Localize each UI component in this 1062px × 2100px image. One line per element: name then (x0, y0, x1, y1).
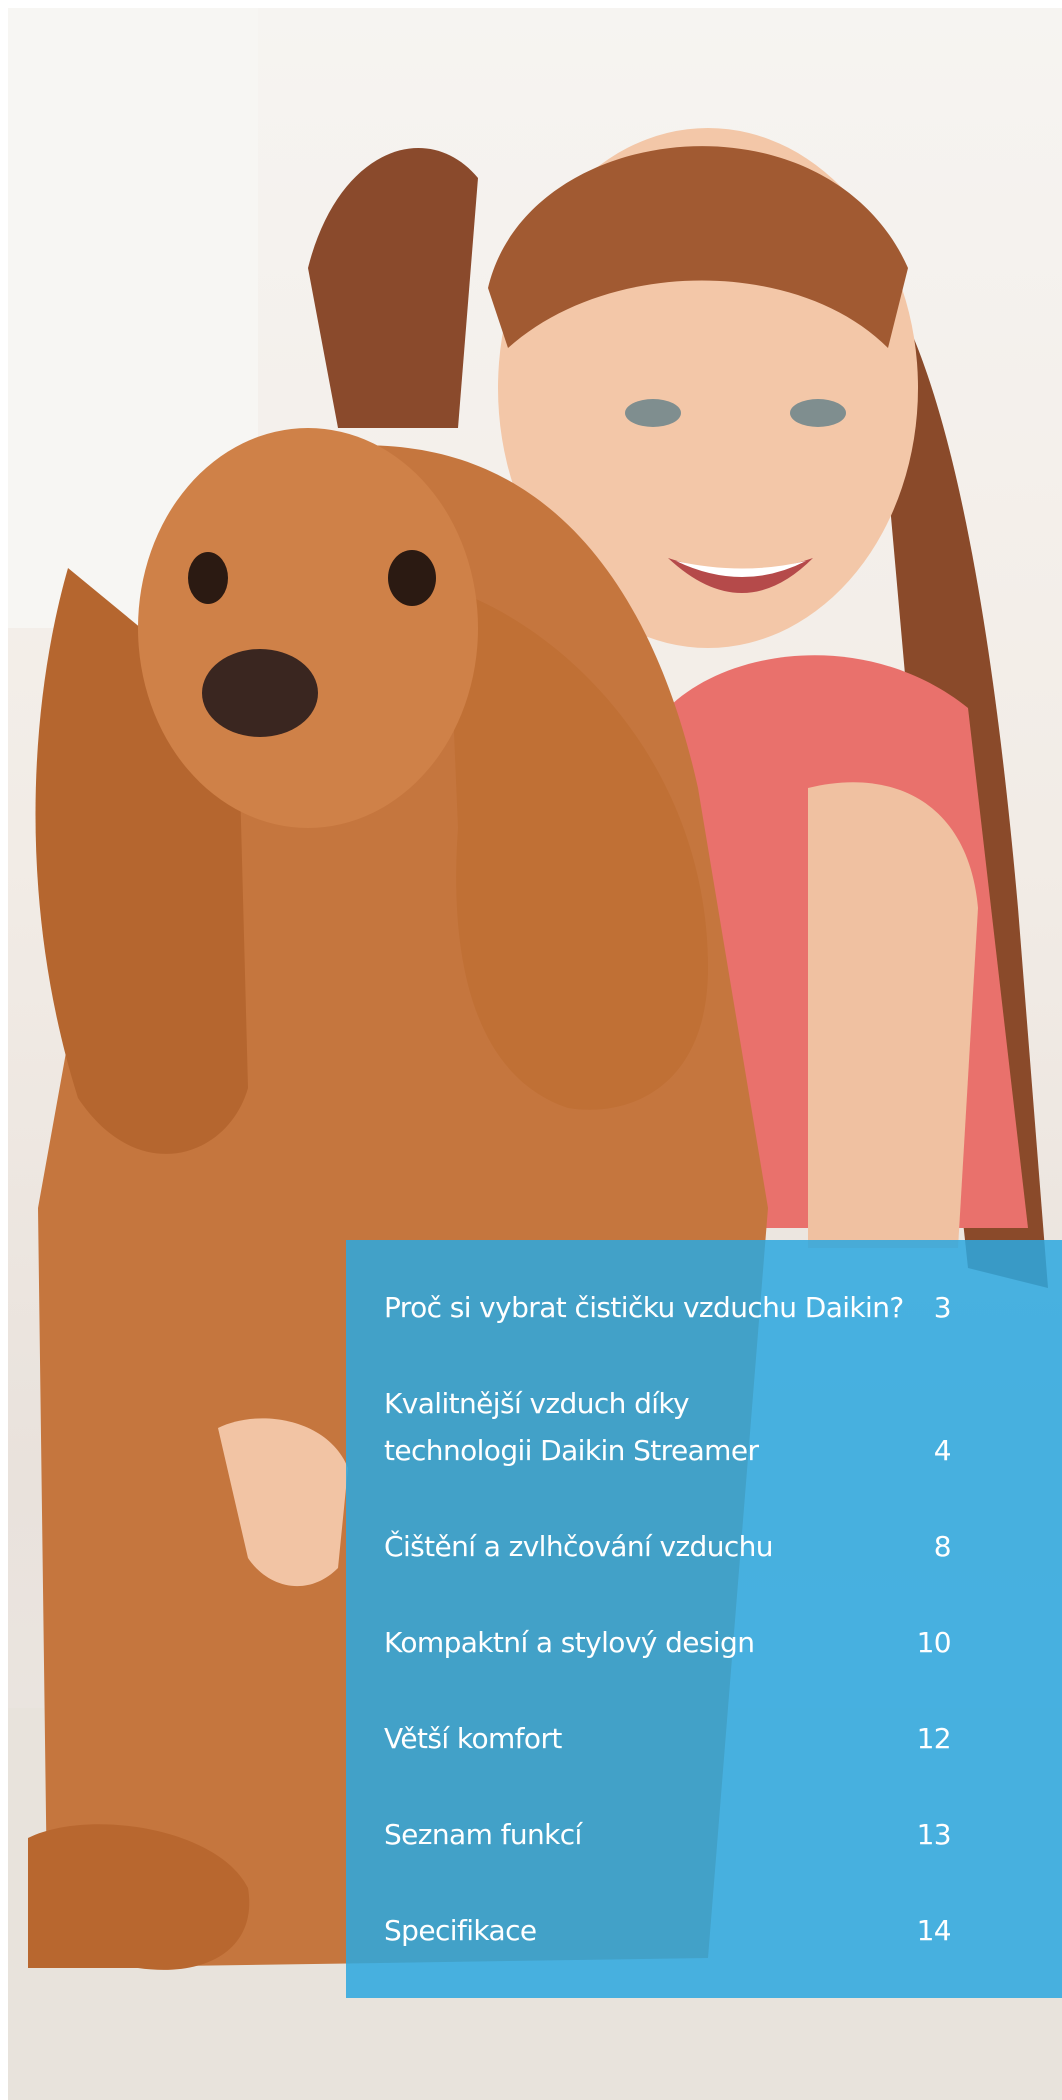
toc-item-page: 8 (933, 1530, 952, 1563)
toc-item-streamer[interactable]: Kvalitnější vzduch díky technologii Daik… (384, 1380, 952, 1474)
toc-item-specifications[interactable]: Specifikace 14 (384, 1907, 952, 1954)
toc-item-title: Seznam funkcí (384, 1818, 582, 1851)
toc-item-title-line: technologii Daikin Streamer (384, 1434, 759, 1467)
toc-item-page: 14 (916, 1914, 952, 1947)
toc-item-title: Větší komfort (384, 1722, 562, 1755)
toc-item-why-daikin[interactable]: Proč si vybrat čističku vzduchu Daikin? … (384, 1284, 952, 1331)
toc-item-page: 4 (933, 1434, 952, 1467)
toc-item-page: 13 (916, 1818, 952, 1851)
toc-item-title-line: Kvalitnější vzduch díky (384, 1387, 690, 1420)
toc-item-title: Proč si vybrat čističku vzduchu Daikin? (384, 1291, 904, 1324)
toc-item-title: Kvalitnější vzduch díky technologii Daik… (384, 1380, 759, 1474)
table-of-contents: Proč si vybrat čističku vzduchu Daikin? … (346, 1240, 1062, 1998)
toc-item-page: 3 (933, 1291, 952, 1324)
toc-item-page: 10 (916, 1626, 952, 1659)
toc-item-comfort[interactable]: Větší komfort 12 (384, 1715, 952, 1762)
toc-item-page: 12 (916, 1722, 952, 1755)
toc-item-features[interactable]: Seznam funkcí 13 (384, 1811, 952, 1858)
toc-item-title: Specifikace (384, 1914, 537, 1947)
toc-item-design[interactable]: Kompaktní a stylový design 10 (384, 1619, 952, 1666)
toc-item-cleaning-humidifying[interactable]: Čištění a zvlhčování vzduchu 8 (384, 1523, 952, 1570)
toc-item-title: Kompaktní a stylový design (384, 1626, 755, 1659)
toc-item-title: Čištění a zvlhčování vzduchu (384, 1530, 774, 1563)
